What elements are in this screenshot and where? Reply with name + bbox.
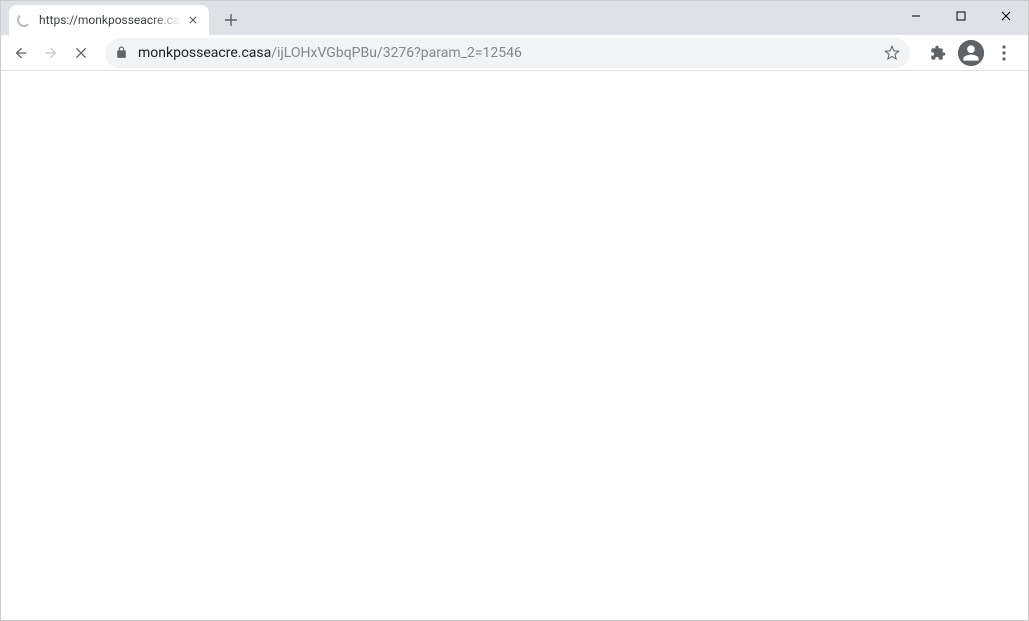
maximize-button[interactable] — [938, 1, 983, 31]
stop-reload-button[interactable] — [67, 39, 95, 67]
tab-strip: https://monkposseacre.casa/ijLOHxVGbqPBu… — [1, 1, 1028, 35]
menu-button[interactable] — [992, 45, 1016, 61]
bookmark-button[interactable] — [884, 45, 900, 61]
profile-button[interactable] — [958, 40, 984, 66]
tab-close-button[interactable] — [185, 12, 201, 28]
close-window-button[interactable] — [983, 1, 1028, 31]
dots-vertical-icon — [1002, 45, 1006, 61]
address-bar[interactable]: monkposseacre.casa/ijLOHxVGbqPBu/3276?pa… — [105, 38, 910, 68]
browser-tab[interactable]: https://monkposseacre.casa/ijLOHxVGbqPBu… — [9, 5, 209, 35]
site-info-button[interactable] — [115, 46, 128, 59]
stop-icon — [73, 45, 89, 61]
url-path: /ijLOHxVGbqPBu/3276?param_2=12546 — [271, 45, 522, 61]
browser-chrome: https://monkposseacre.casa/ijLOHxVGbqPBu… — [1, 1, 1028, 71]
back-button[interactable] — [7, 39, 35, 67]
extensions-button[interactable] — [926, 41, 950, 65]
lock-icon — [115, 46, 128, 59]
tab-title: https://monkposseacre.casa/ijLOHxVGbqPBu… — [39, 13, 181, 27]
page-content — [1, 71, 1028, 620]
close-icon — [1001, 11, 1011, 21]
back-arrow-icon — [13, 45, 29, 61]
minimize-button[interactable] — [893, 1, 938, 31]
minimize-icon — [911, 11, 921, 21]
close-icon — [189, 16, 197, 24]
puzzle-icon — [930, 45, 946, 61]
toolbar-actions — [920, 40, 1022, 66]
forward-arrow-icon — [43, 45, 59, 61]
toolbar: monkposseacre.casa/ijLOHxVGbqPBu/3276?pa… — [1, 35, 1028, 71]
url-domain: monkposseacre.casa — [138, 45, 271, 61]
loading-spinner-icon — [17, 13, 31, 27]
url-text: monkposseacre.casa/ijLOHxVGbqPBu/3276?pa… — [138, 45, 874, 61]
window-controls — [893, 1, 1028, 31]
new-tab-button[interactable] — [217, 6, 245, 34]
star-icon — [884, 45, 900, 61]
plus-icon — [224, 13, 238, 27]
forward-button — [37, 39, 65, 67]
person-icon — [958, 40, 984, 66]
maximize-icon — [956, 11, 966, 21]
